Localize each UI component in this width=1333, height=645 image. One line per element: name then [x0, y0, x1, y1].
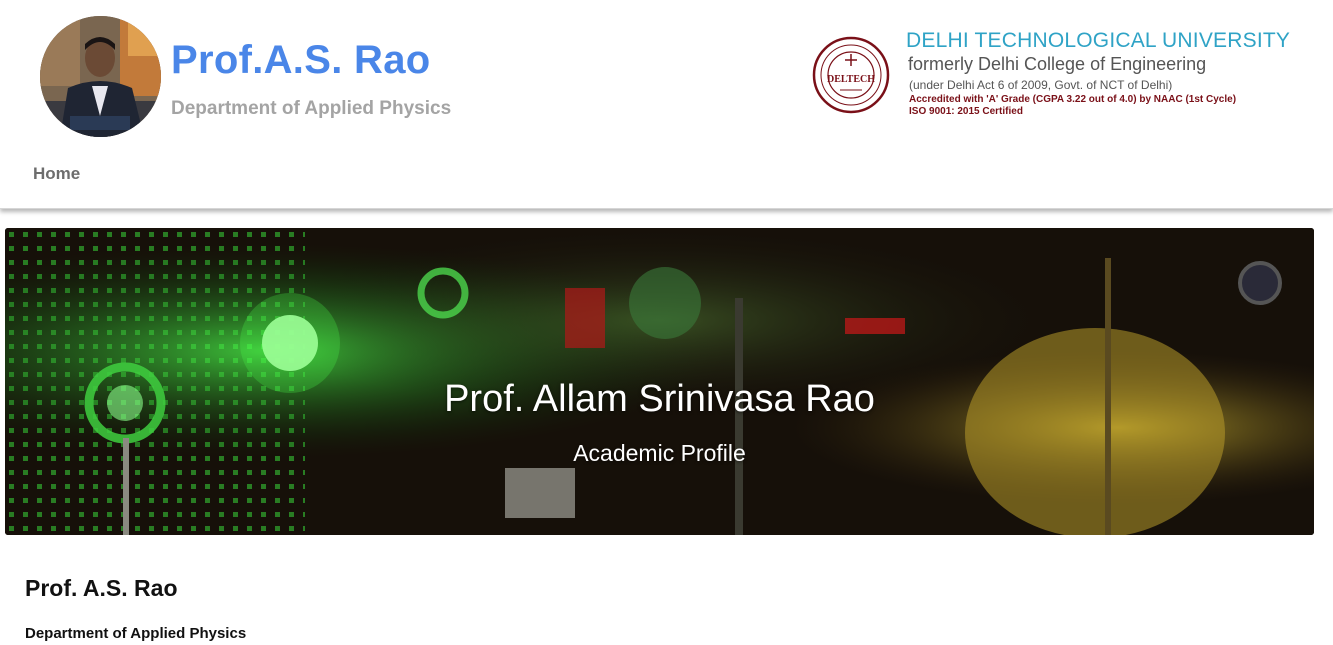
site-subtitle: Department of Applied Physics: [171, 98, 452, 119]
university-iso: ISO 9001: 2015 Certified: [909, 106, 1023, 117]
nav-item-home[interactable]: Home: [33, 164, 80, 184]
university-seal-logo: DELTECH: [812, 36, 890, 114]
hero-title: Prof. Allam Srinivasa Rao: [444, 378, 875, 420]
profile-name-heading: Prof. A.S. Rao: [25, 575, 178, 601]
university-former-name: formerly Delhi College of Engineering: [908, 54, 1207, 74]
profile-avatar: [40, 16, 161, 137]
hero-banner: Prof. Allam Srinivasa Rao Academic Profi…: [5, 228, 1314, 535]
site-title[interactable]: Prof.A.S. Rao: [171, 38, 431, 83]
university-act: (under Delhi Act 6 of 2009, Govt. of NCT…: [909, 78, 1173, 92]
profile-department: Department of Applied Physics: [25, 625, 247, 642]
university-name: DELHI TECHNOLOGICAL UNIVERSITY: [906, 29, 1291, 52]
site-header: Prof.A.S. Rao Department of Applied Phys…: [0, 0, 1333, 209]
seal-text: DELTECH: [827, 74, 875, 85]
university-accreditation: Accredited with 'A' Grade (CGPA 3.22 out…: [909, 94, 1237, 105]
hero-subtitle: Academic Profile: [573, 440, 746, 466]
